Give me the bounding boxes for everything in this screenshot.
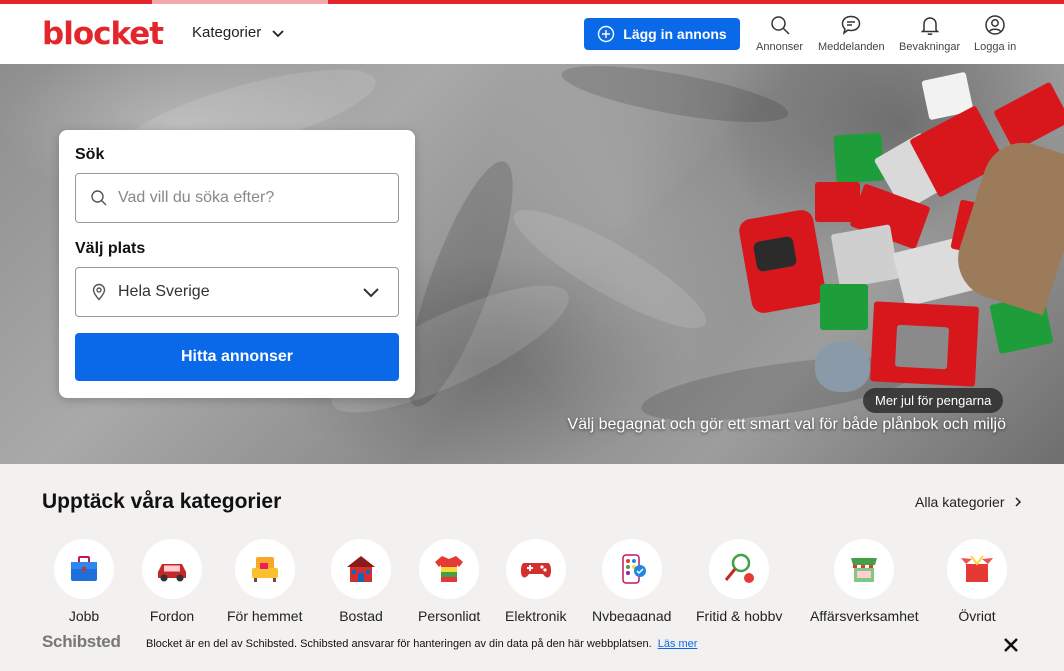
- shop-icon: [851, 558, 878, 582]
- search-placeholder: Vad vill du söka efter?: [118, 189, 275, 206]
- toy-rock: [815, 342, 870, 392]
- house-icon: [347, 556, 375, 582]
- nav-meddelanden[interactable]: Meddelanden: [818, 14, 885, 53]
- consent-text: Blocket är en del av Schibsted. Schibste…: [146, 638, 652, 650]
- site-header: blocket Kategorier Lägg in annons Annons…: [0, 4, 1064, 64]
- toy-window-inner: [894, 324, 950, 370]
- location-select[interactable]: Hela Sverige: [75, 267, 399, 317]
- location-pin-icon: [92, 283, 106, 301]
- all-categories-link[interactable]: Alla kategorier: [915, 494, 1023, 510]
- brick-green: [820, 284, 868, 330]
- promo-tag[interactable]: Mer jul för pengarna: [863, 388, 1004, 413]
- categories-heading: Upptäck våra kategorier: [42, 490, 282, 513]
- blocket-logo[interactable]: blocket: [42, 16, 164, 52]
- gamepad-icon: [520, 563, 551, 578]
- nav-meddelanden-label: Meddelanden: [818, 41, 885, 53]
- nav-annonser[interactable]: Annonser: [756, 14, 803, 53]
- hero-tagline: Välj begagnat och gör ett smart val för …: [567, 416, 1006, 433]
- category-ovrigt[interactable]: Övrigt: [947, 539, 1007, 624]
- schibsted-logo: Schibsted: [42, 632, 121, 651]
- chat-icon: [842, 15, 861, 35]
- nav-annonser-label: Annonser: [756, 41, 804, 53]
- close-icon[interactable]: [1001, 635, 1021, 655]
- fabric-fold: [558, 64, 792, 134]
- category-fritid-hobby[interactable]: Fritid & hobby: [696, 539, 782, 624]
- search-icon: [770, 16, 790, 35]
- category-affarsverksamhet[interactable]: Affärsverksamhet: [810, 539, 919, 624]
- categories-dropdown-label: Kategorier: [192, 24, 262, 41]
- search-card: Sök Vad vill du söka efter? Välj plats H…: [59, 130, 415, 398]
- shirt-icon: [435, 556, 464, 582]
- brick-grey: [830, 224, 900, 289]
- box-icon: [961, 555, 993, 582]
- category-elektronik[interactable]: Elektronik: [505, 539, 566, 624]
- category-bostad[interactable]: Bostad: [331, 539, 391, 624]
- post-ad-label: Lägg in annons: [623, 26, 727, 42]
- armchair-icon: [251, 557, 278, 582]
- palette-icon: [621, 554, 646, 584]
- chevron-down-icon: [363, 288, 379, 298]
- search-title: Sök: [75, 146, 105, 163]
- all-categories-label: Alla kategorier: [915, 494, 1005, 510]
- plus-circle-icon: [598, 25, 615, 43]
- tennis-icon: [725, 553, 755, 583]
- read-more-link[interactable]: Läs mer: [658, 638, 698, 650]
- consent-message: Blocket är en del av Schibsted. Schibste…: [146, 638, 697, 650]
- chevron-right-icon: [1014, 497, 1021, 507]
- car-icon: [158, 564, 186, 582]
- location-title: Välj plats: [75, 240, 146, 257]
- post-ad-button[interactable]: Lägg in annons: [584, 18, 740, 50]
- nav-bevakningar[interactable]: Bevakningar: [899, 14, 960, 53]
- chevron-down-icon: [272, 29, 284, 37]
- briefcase-icon: [71, 556, 97, 581]
- category-personligt[interactable]: Personligt: [418, 539, 480, 624]
- bell-icon: [920, 17, 939, 35]
- search-input[interactable]: Vad vill du söka efter?: [75, 173, 399, 223]
- nav-bevakningar-label: Bevakningar: [899, 41, 961, 53]
- search-icon: [91, 190, 107, 206]
- category-nybegagnad[interactable]: Nybegagnad: [592, 539, 671, 624]
- nav-logga-in[interactable]: Logga in: [974, 14, 1016, 53]
- brick-red: [993, 81, 1064, 152]
- hero-banner: Sök Vad vill du söka efter? Välj plats H…: [0, 64, 1064, 464]
- location-value: Hela Sverige: [118, 283, 210, 300]
- nav-logga-in-label: Logga in: [974, 41, 1017, 53]
- category-for-hemmet[interactable]: För hemmet: [227, 539, 302, 624]
- user-icon: [985, 15, 1005, 35]
- category-jobb[interactable]: Jobb: [54, 539, 114, 624]
- categories-dropdown[interactable]: Kategorier: [192, 24, 285, 41]
- find-ads-button[interactable]: Hitta annonser: [75, 333, 399, 381]
- consent-bar: Schibsted Blocket är en del av Schibsted…: [0, 621, 1064, 671]
- category-fordon[interactable]: Fordon: [142, 539, 202, 624]
